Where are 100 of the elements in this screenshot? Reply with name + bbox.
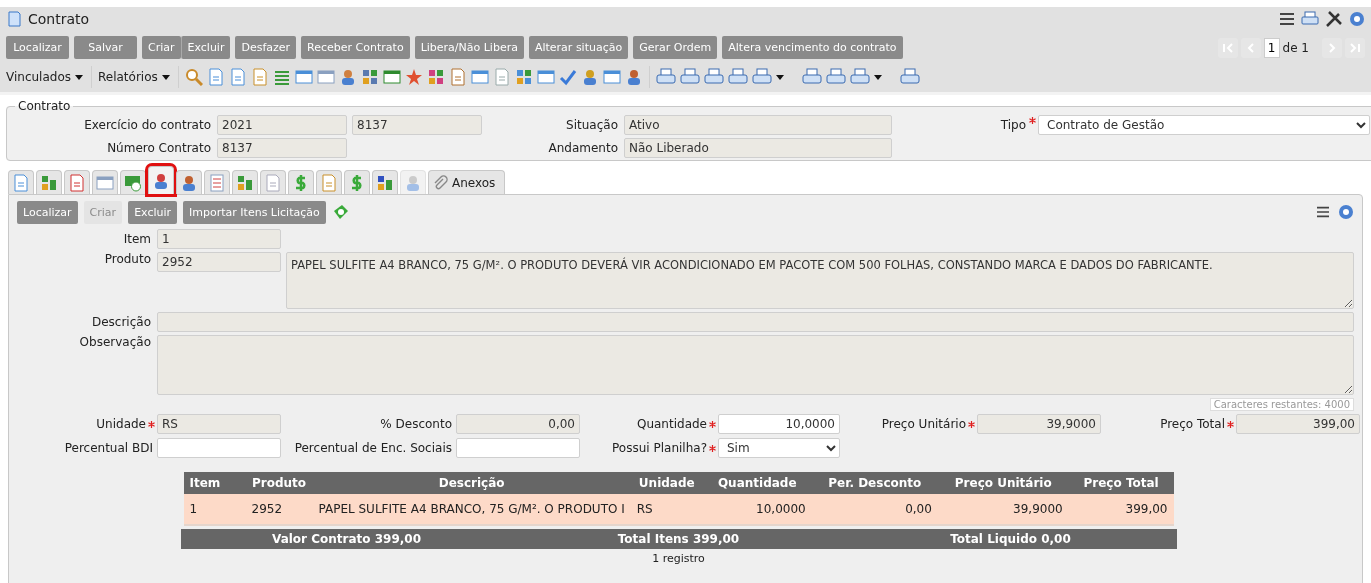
toolbar-button[interactable]: Salvar (74, 36, 137, 59)
window-icon[interactable] (602, 68, 621, 86)
printer-icon[interactable] (679, 68, 700, 86)
field-label: Quantidade (636, 417, 708, 431)
item-field[interactable]: 1 (157, 229, 281, 249)
toolbar-button[interactable]: Libera/Não Libera (414, 36, 524, 59)
tab[interactable] (288, 170, 314, 194)
dots-icon[interactable] (426, 68, 445, 86)
column-header[interactable]: Item (183, 472, 246, 494)
table-cell: 10,0000 (702, 494, 812, 525)
dropdown-field[interactable]: Sim (718, 438, 840, 458)
tab[interactable] (92, 170, 118, 194)
page-icon[interactable] (492, 68, 511, 86)
printer-icon[interactable] (703, 68, 724, 86)
tab[interactable] (344, 170, 370, 194)
status-field[interactable]: Ativo (624, 114, 892, 135)
toolbar-button[interactable]: Criar (142, 36, 181, 59)
column-header[interactable]: Preço Total (1068, 472, 1174, 494)
field-label: Unidade (96, 417, 147, 431)
product-code-field[interactable]: 2952 (157, 252, 281, 272)
printer-icon[interactable] (655, 68, 676, 86)
field-label: Número Contrato (106, 140, 212, 155)
toolbar-button[interactable]: Localizar (6, 36, 69, 59)
menu-icon[interactable] (1279, 12, 1295, 26)
menu-icon[interactable] (1316, 206, 1330, 218)
help-icon[interactable] (1349, 11, 1365, 27)
document-icon (6, 11, 22, 27)
search-icon[interactable] (184, 68, 203, 86)
tab[interactable] (232, 170, 258, 194)
tab[interactable] (372, 170, 398, 194)
table-cell: 2952 (245, 494, 313, 525)
number-field[interactable]: 8137 (352, 114, 482, 135)
toolbar-button[interactable]: Receber Contrato (301, 36, 410, 59)
column-header[interactable]: Produto (245, 472, 313, 494)
tab[interactable] (64, 170, 90, 194)
page-icon (68, 173, 86, 192)
caret-icon[interactable] (873, 74, 882, 80)
tab[interactable] (148, 166, 174, 194)
bar-chart-icon (376, 173, 394, 192)
input-field[interactable] (456, 438, 580, 458)
window-icon[interactable] (470, 68, 489, 86)
group-title: Contrato (17, 99, 72, 113)
description-field[interactable] (157, 312, 1354, 332)
caret-icon[interactable] (775, 74, 784, 80)
column-header[interactable]: Quantidade (702, 472, 812, 494)
column-header[interactable]: Unidade (630, 472, 703, 494)
character-counter: Caracteres restantes: 4000 (1209, 398, 1354, 411)
printer-icon[interactable] (825, 68, 846, 86)
toolbar-button[interactable]: Excluir (180, 36, 231, 59)
window-icon[interactable] (294, 68, 313, 86)
input-field[interactable] (157, 438, 281, 458)
item-action-button[interactable]: Importar Itens Licitação (183, 200, 326, 224)
column-header[interactable]: Per. Desconto (811, 472, 938, 494)
pages-icon (264, 173, 282, 192)
list-icon (208, 173, 226, 192)
tab[interactable] (36, 170, 62, 194)
caret-icon (161, 74, 170, 80)
tab[interactable] (176, 170, 202, 194)
help-icon[interactable] (1338, 204, 1354, 220)
document-icon[interactable] (206, 68, 225, 86)
list-icon[interactable] (272, 68, 291, 86)
field-label: Percentual BDI (64, 441, 154, 455)
column-header[interactable]: Preço Unitário (937, 472, 1069, 494)
paperclip-icon (432, 174, 448, 191)
toolbar-button[interactable]: Gerar Ordem (633, 36, 718, 59)
tab[interactable] (120, 170, 146, 194)
star-icon[interactable] (404, 68, 423, 86)
item-action-button[interactable]: Localizar (17, 200, 78, 224)
printer-icon[interactable] (899, 68, 920, 86)
toolbar-button[interactable]: Altera vencimento do contrato (722, 36, 903, 59)
type-select[interactable]: Contrato de Gestão (1038, 114, 1370, 135)
printer-icon[interactable] (801, 68, 822, 86)
window-title: Contrato (28, 11, 90, 27)
input-field[interactable]: RS (157, 414, 281, 434)
year-field[interactable]: 2021 (217, 114, 347, 135)
page-field[interactable]: 1 (1263, 37, 1280, 58)
printer-icon[interactable] (1301, 11, 1319, 27)
column-header[interactable]: Descrição (312, 472, 631, 494)
product-description-field[interactable]: PAPEL SULFITE A4 BRANCO, 75 G/M². O PRODUTO DEVERÁ VIR ACONDICIONADO EM PACOTE COM 500 FOLHAS, CONSTANDO MARCA E DADOS DO FABRICANTE. (286, 252, 1354, 309)
input-field[interactable]: 39,9000 (977, 414, 1101, 434)
toolbar-button[interactable]: Desfazer (235, 36, 297, 59)
observation-field[interactable] (157, 335, 1354, 395)
field-label: Descrição (90, 315, 152, 329)
window-icon[interactable] (536, 68, 555, 86)
field-label: Produto (103, 252, 152, 266)
printer-icon[interactable] (727, 68, 748, 86)
progress-field[interactable]: Não Liberado (624, 137, 892, 158)
toolbar-button[interactable]: Alterar situação (528, 36, 629, 59)
tab[interactable]: Anexos (428, 170, 506, 194)
item-action-button[interactable]: Excluir (128, 200, 178, 224)
field-label: Percentual de Enc. Sociais (294, 441, 453, 455)
input-field[interactable]: 10,0000 (718, 414, 840, 434)
table-cell: 1 (183, 494, 246, 525)
contract-number-field[interactable]: 8137 (217, 137, 347, 158)
dropdown-menu[interactable]: Relatórios (98, 70, 158, 84)
dropdown-menu[interactable]: Vinculados (6, 70, 71, 84)
input-field[interactable]: 0,00 (456, 414, 580, 434)
caret-icon (75, 74, 83, 80)
record-count: 1 registro (652, 552, 705, 565)
input-field[interactable]: 399,00 (1236, 414, 1360, 434)
